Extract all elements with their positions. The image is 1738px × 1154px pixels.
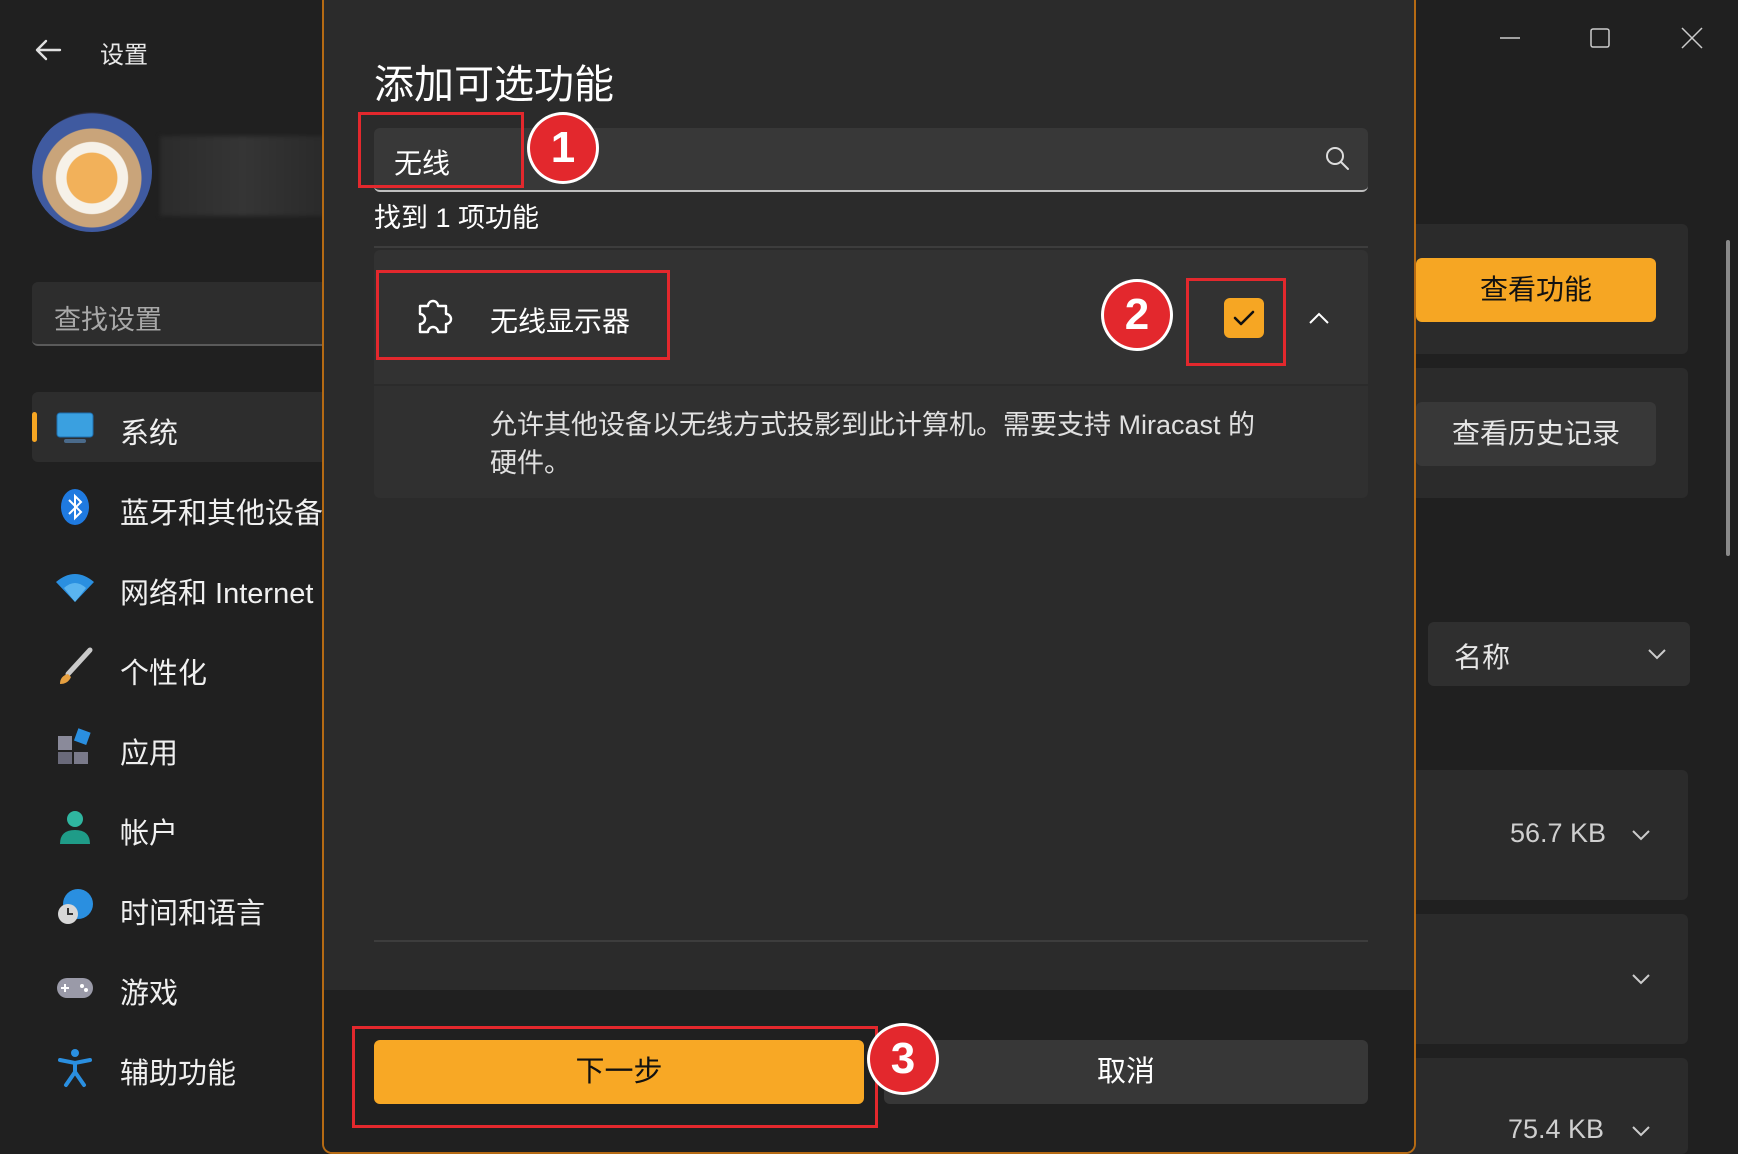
find-settings-input[interactable]: 查找设置 — [32, 282, 332, 346]
annotation-box-feature — [376, 270, 670, 360]
sidebar-item-bluetooth[interactable]: 蓝牙和其他设备 — [32, 472, 332, 542]
results-count: 找到 1 项功能 — [374, 203, 540, 233]
sidebar-item-label: 蓝牙和其他设备 — [120, 498, 324, 530]
monitor-icon — [56, 412, 94, 443]
close-icon — [1681, 27, 1703, 49]
feature-size: 56.7 KB — [1510, 818, 1607, 848]
accessibility-icon — [58, 1049, 92, 1087]
sidebar-item-accounts[interactable]: 帐户 — [32, 792, 332, 862]
minimize-icon — [1500, 37, 1520, 39]
view-features-button[interactable]: 查看功能 — [1416, 258, 1656, 322]
annotation-badge-1: 1 — [530, 115, 596, 181]
sidebar-item-gaming[interactable]: 游戏 — [32, 952, 332, 1022]
sidebar-item-system[interactable]: 系统 — [32, 392, 332, 462]
divider — [374, 246, 1368, 248]
active-indicator — [32, 412, 37, 442]
chevron-up-icon[interactable] — [1304, 304, 1334, 334]
sidebar-item-label: 个性化 — [120, 658, 208, 690]
sidebar-item-personalization[interactable]: 个性化 — [32, 632, 332, 702]
annotation-badge-3: 3 — [870, 1026, 936, 1092]
sidebar-item-label: 帐户 — [120, 818, 179, 850]
chevron-down-icon[interactable] — [1628, 1118, 1654, 1144]
sidebar-item-label: 网络和 Internet — [120, 578, 314, 610]
maximize-icon — [1590, 28, 1610, 48]
sort-select[interactable]: 名称 — [1428, 622, 1690, 686]
cancel-button[interactable]: 取消 — [884, 1040, 1368, 1104]
apps-icon — [58, 728, 91, 764]
annotation-box-search — [358, 112, 524, 188]
dialog-title: 添加可选功能 — [374, 63, 614, 107]
globe-clock-icon — [58, 889, 93, 924]
wifi-icon — [56, 574, 94, 602]
back-button[interactable] — [30, 32, 66, 68]
annotation-box-checkbox — [1186, 278, 1286, 366]
sidebar-item-time-language[interactable]: 时间和语言 — [32, 872, 332, 942]
installed-feature-row[interactable] — [1400, 914, 1688, 1044]
sidebar-item-label: 系统 — [120, 418, 179, 450]
installed-feature-row[interactable]: 75.4 KB — [1400, 1058, 1688, 1154]
minimize-button[interactable] — [1490, 18, 1530, 58]
sidebar-item-label: 游戏 — [120, 978, 179, 1010]
chevron-down-icon[interactable] — [1628, 822, 1654, 848]
person-icon — [60, 811, 90, 844]
divider — [374, 940, 1368, 942]
sidebar-item-label: 时间和语言 — [120, 898, 266, 930]
annotation-box-next — [352, 1026, 878, 1128]
user-name-blurred — [160, 136, 325, 216]
sidebar-item-network[interactable]: 网络和 Internet — [32, 552, 332, 622]
sort-select-value: 名称 — [1454, 642, 1511, 673]
sidebar-item-accessibility[interactable]: 辅助功能 — [32, 1032, 332, 1102]
feature-description: 允许其他设备以无线方式投影到此计算机。需要支持 Miracast 的硬件。 — [490, 410, 1256, 478]
window-title: 设置 — [100, 42, 148, 69]
search-icon[interactable] — [1322, 144, 1352, 174]
annotation-badge-2: 2 — [1104, 282, 1170, 348]
installed-feature-row[interactable]: 56.7 KB — [1400, 770, 1688, 900]
avatar[interactable] — [32, 112, 152, 232]
chevron-down-icon[interactable] — [1628, 966, 1654, 992]
gamepad-icon — [57, 978, 93, 998]
close-button[interactable] — [1672, 18, 1712, 58]
feature-size: 75.4 KB — [1508, 1114, 1605, 1144]
view-history-button[interactable]: 查看历史记录 — [1416, 402, 1656, 466]
find-settings-placeholder: 查找设置 — [54, 305, 162, 335]
chevron-down-icon — [1648, 649, 1666, 660]
maximize-button[interactable] — [1580, 18, 1620, 58]
sidebar-item-label: 应用 — [120, 738, 179, 770]
bluetooth-icon — [61, 489, 89, 525]
sidebar-item-apps[interactable]: 应用 — [32, 712, 332, 782]
sidebar-item-label: 辅助功能 — [120, 1058, 237, 1090]
brush-icon — [60, 647, 93, 684]
arrow-left-icon — [35, 39, 62, 61]
scrollbar[interactable] — [1726, 240, 1730, 556]
